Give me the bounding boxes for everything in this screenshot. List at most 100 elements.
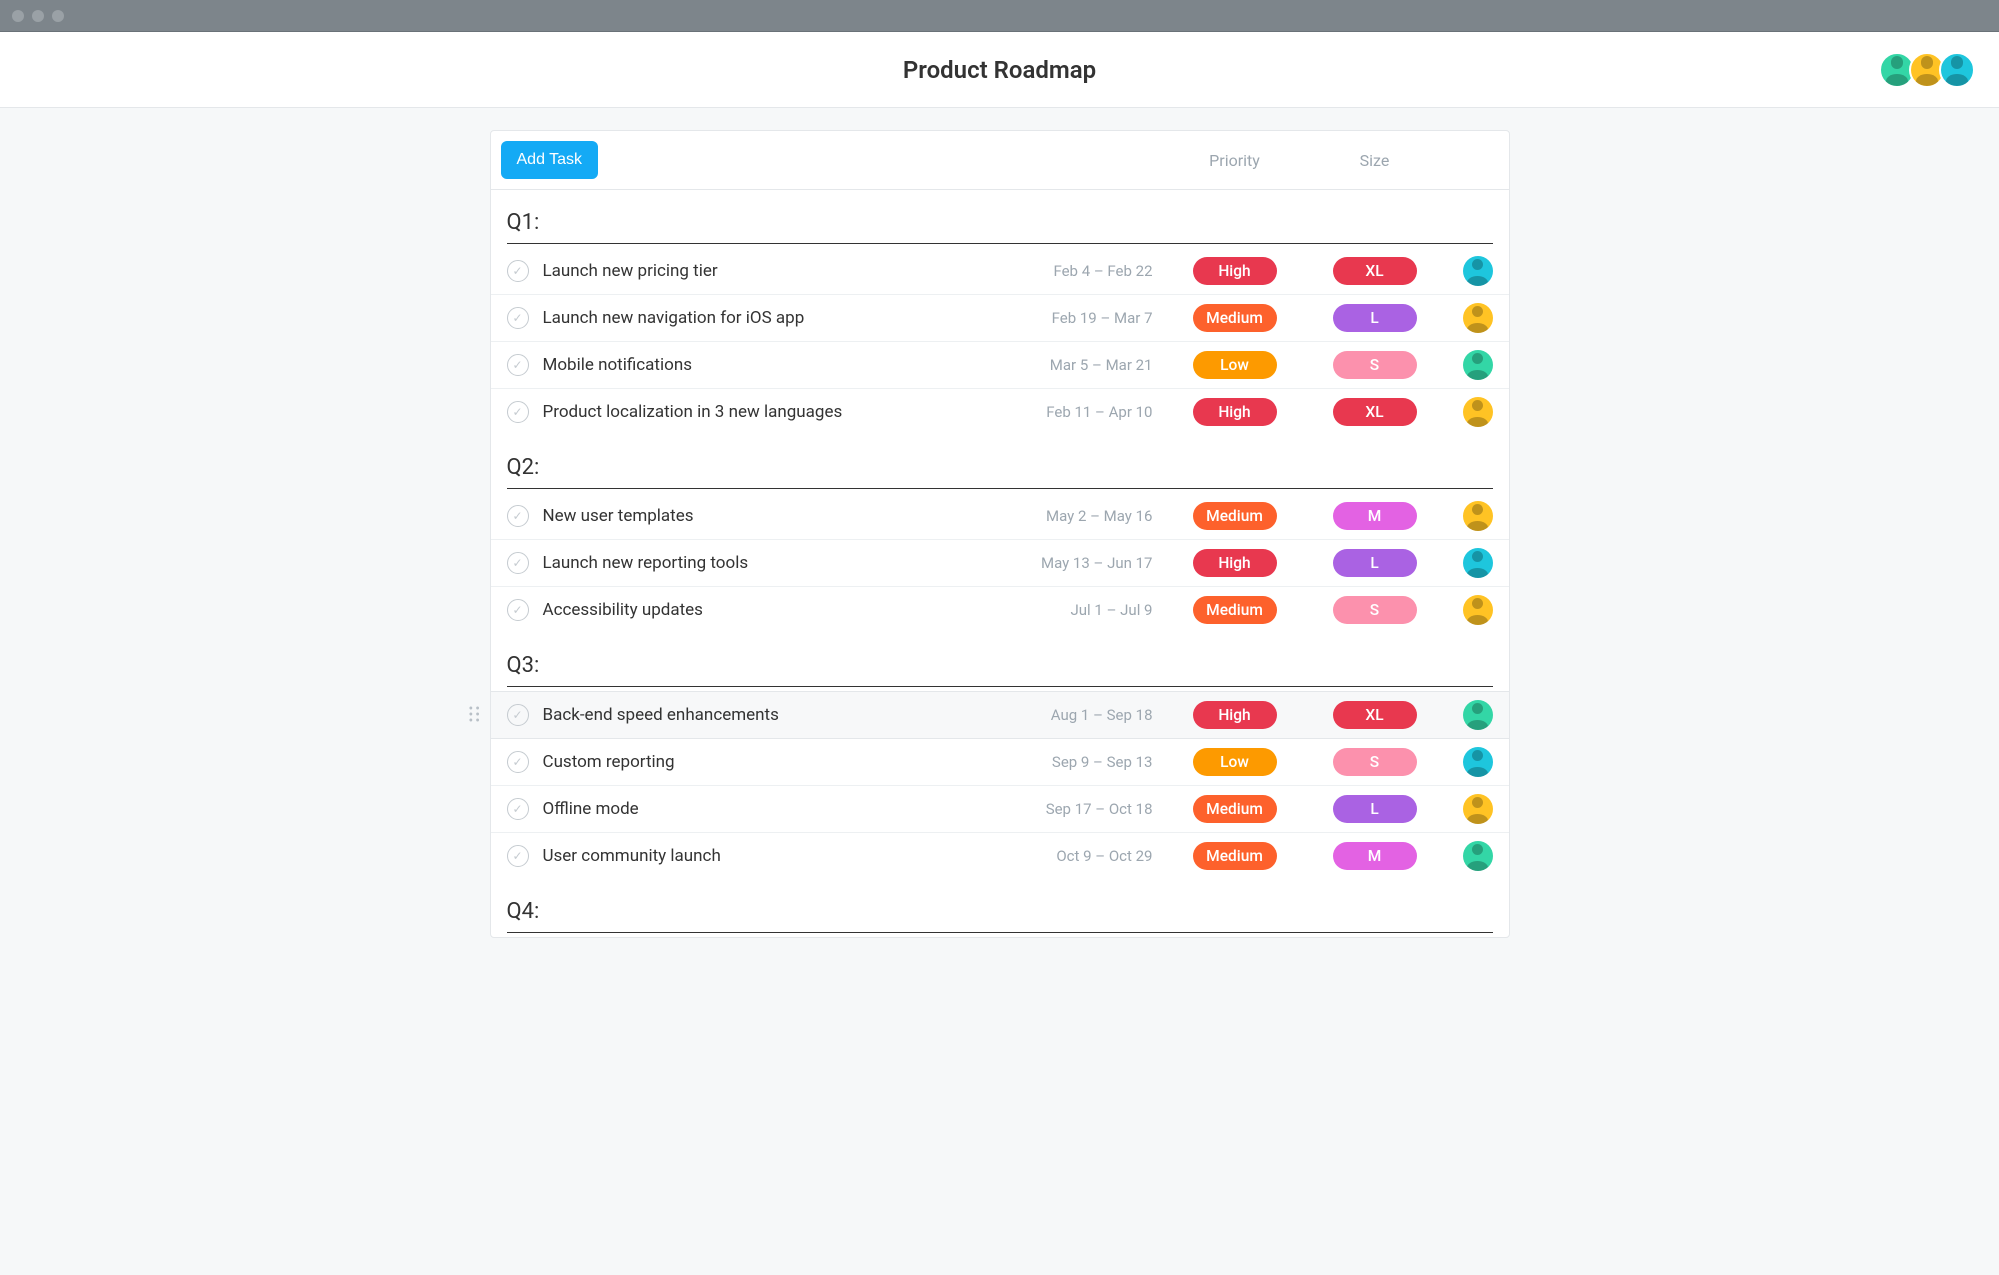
task-title[interactable]: Product localization in 3 new languages [543,402,1015,422]
size-cell[interactable]: S [1305,351,1445,379]
task-row[interactable]: ••••••✓User community launchOct 9 – Oct … [491,833,1509,879]
size-cell[interactable]: M [1305,502,1445,530]
add-task-button[interactable]: Add Task [501,141,599,179]
task-date-range[interactable]: Sep 17 – Oct 18 [1015,800,1165,818]
assignee-avatar[interactable] [1463,303,1493,333]
assignee-cell[interactable] [1445,747,1493,777]
task-row[interactable]: ••••••✓Custom reportingSep 9 – Sep 13Low… [491,739,1509,786]
priority-cell[interactable]: Low [1165,748,1305,776]
task-title[interactable]: Launch new navigation for iOS app [543,308,1015,328]
assignee-cell[interactable] [1445,350,1493,380]
assignee-avatar[interactable] [1463,700,1493,730]
complete-checkbox[interactable]: ✓ [507,751,529,773]
assignee-cell[interactable] [1445,548,1493,578]
priority-cell[interactable]: High [1165,701,1305,729]
priority-cell[interactable]: Medium [1165,304,1305,332]
priority-cell[interactable]: Medium [1165,842,1305,870]
assignee-cell[interactable] [1445,397,1493,427]
task-row[interactable]: ••••••✓Accessibility updatesJul 1 – Jul … [491,587,1509,633]
assignee-avatar[interactable] [1463,501,1493,531]
task-date-range[interactable]: Feb 19 – Mar 7 [1015,309,1165,327]
complete-checkbox[interactable]: ✓ [507,798,529,820]
complete-checkbox[interactable]: ✓ [507,845,529,867]
assignee-cell[interactable] [1445,501,1493,531]
size-cell[interactable]: M [1305,842,1445,870]
task-title[interactable]: Back-end speed enhancements [543,705,1015,725]
section-title[interactable]: Q3: [507,633,1493,687]
assignee-cell[interactable] [1445,303,1493,333]
drag-handle-icon[interactable]: •••••• [469,706,482,724]
task-title[interactable]: Launch new pricing tier [543,261,1015,281]
assignee-avatar[interactable] [1463,794,1493,824]
complete-checkbox[interactable]: ✓ [507,307,529,329]
priority-cell[interactable]: Medium [1165,795,1305,823]
priority-cell[interactable]: Medium [1165,502,1305,530]
assignee-cell[interactable] [1445,841,1493,871]
complete-checkbox[interactable]: ✓ [507,401,529,423]
assignee-avatar[interactable] [1463,747,1493,777]
priority-cell[interactable]: High [1165,257,1305,285]
complete-checkbox[interactable]: ✓ [507,552,529,574]
size-cell[interactable]: L [1305,795,1445,823]
traffic-light-minimize[interactable] [32,10,44,22]
task-row[interactable]: ••••••✓Launch new pricing tierFeb 4 – Fe… [491,248,1509,295]
assignee-cell[interactable] [1445,595,1493,625]
size-cell[interactable]: S [1305,748,1445,776]
priority-cell[interactable]: Low [1165,351,1305,379]
complete-checkbox[interactable]: ✓ [507,354,529,376]
traffic-light-zoom[interactable] [52,10,64,22]
priority-cell[interactable]: High [1165,549,1305,577]
size-cell[interactable]: S [1305,596,1445,624]
task-date-range[interactable]: Feb 4 – Feb 22 [1015,262,1165,280]
task-date-range[interactable]: Jul 1 – Jul 9 [1015,601,1165,619]
task-date-range[interactable]: May 13 – Jun 17 [1015,554,1165,572]
task-title[interactable]: Custom reporting [543,752,1015,772]
assignee-cell[interactable] [1445,700,1493,730]
section-title[interactable]: Q2: [507,435,1493,489]
task-row[interactable]: ••••••✓Launch new navigation for iOS app… [491,295,1509,342]
assignee-avatar[interactable] [1463,841,1493,871]
task-row[interactable]: ••••••✓New user templatesMay 2 – May 16M… [491,493,1509,540]
task-title[interactable]: Mobile notifications [543,355,1015,375]
traffic-light-close[interactable] [12,10,24,22]
section-title[interactable]: Q1: [507,190,1493,244]
task-date-range[interactable]: Feb 11 – Apr 10 [1015,403,1165,421]
size-cell[interactable]: L [1305,304,1445,332]
column-header-priority: Priority [1165,151,1305,170]
size-cell[interactable]: XL [1305,398,1445,426]
task-date-range[interactable]: Oct 9 – Oct 29 [1015,847,1165,865]
task-title[interactable]: Accessibility updates [543,600,1015,620]
complete-checkbox[interactable]: ✓ [507,505,529,527]
task-title[interactable]: Offline mode [543,799,1015,819]
assignee-avatar[interactable] [1463,595,1493,625]
priority-cell[interactable]: High [1165,398,1305,426]
section: Q3:••••••✓Back-end speed enhancementsAug… [491,633,1509,879]
task-row[interactable]: ••••••✓Mobile notificationsMar 5 – Mar 2… [491,342,1509,389]
priority-cell[interactable]: Medium [1165,596,1305,624]
task-title[interactable]: User community launch [543,846,1015,866]
task-date-range[interactable]: Sep 9 – Sep 13 [1015,753,1165,771]
assignee-cell[interactable] [1445,256,1493,286]
assignee-cell[interactable] [1445,794,1493,824]
size-cell[interactable]: XL [1305,701,1445,729]
complete-checkbox[interactable]: ✓ [507,704,529,726]
task-row[interactable]: ••••••✓Back-end speed enhancementsAug 1 … [491,691,1509,739]
project-member-avatar[interactable] [1939,52,1975,88]
task-title[interactable]: Launch new reporting tools [543,553,1015,573]
task-title[interactable]: New user templates [543,506,1015,526]
assignee-avatar[interactable] [1463,397,1493,427]
task-date-range[interactable]: Aug 1 – Sep 18 [1015,706,1165,724]
task-row[interactable]: ••••••✓Offline modeSep 17 – Oct 18Medium… [491,786,1509,833]
size-cell[interactable]: XL [1305,257,1445,285]
section-title[interactable]: Q4: [507,879,1493,933]
task-date-range[interactable]: May 2 – May 16 [1015,507,1165,525]
assignee-avatar[interactable] [1463,256,1493,286]
complete-checkbox[interactable]: ✓ [507,599,529,621]
assignee-avatar[interactable] [1463,350,1493,380]
task-row[interactable]: ••••••✓Product localization in 3 new lan… [491,389,1509,435]
complete-checkbox[interactable]: ✓ [507,260,529,282]
task-date-range[interactable]: Mar 5 – Mar 21 [1015,356,1165,374]
assignee-avatar[interactable] [1463,548,1493,578]
size-cell[interactable]: L [1305,549,1445,577]
task-row[interactable]: ••••••✓Launch new reporting toolsMay 13 … [491,540,1509,587]
